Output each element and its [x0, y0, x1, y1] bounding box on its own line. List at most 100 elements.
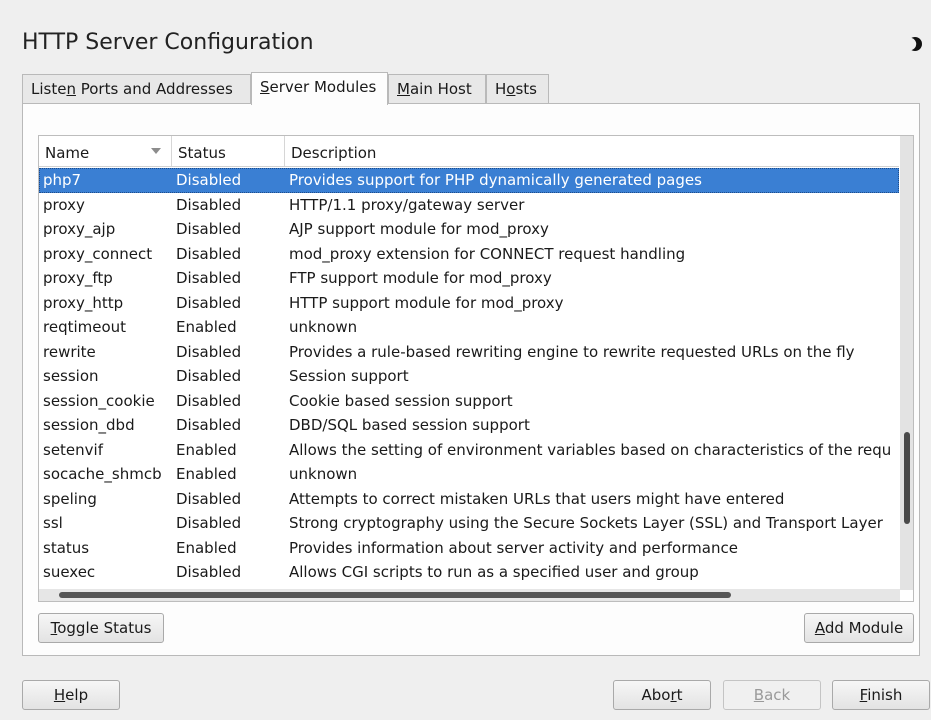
help-button[interactable]: Help: [22, 680, 120, 710]
tab-label: sts: [515, 80, 537, 98]
tab-listen-ports[interactable]: Listen Ports and Addresses: [22, 74, 251, 103]
module-status-cell: Disabled: [176, 293, 242, 312]
module-name-cell: php7: [43, 171, 82, 189]
tab-server-modules[interactable]: Server Modules: [251, 72, 388, 105]
module-status-cell: Disabled: [176, 244, 242, 263]
horizontal-scrollbar[interactable]: [39, 589, 900, 601]
module-name-cell: suexec: [43, 563, 96, 581]
module-status-cell: Disabled: [176, 489, 242, 508]
table-row[interactable]: socache_shmcb Enabled unknown: [39, 462, 899, 487]
module-status-cell: Enabled: [176, 465, 237, 483]
module-description-cell: Strong cryptography using the Secure Soc…: [289, 514, 883, 532]
module-description-cell: Allows CGI scripts to run as a specified…: [289, 563, 699, 581]
module-name-cell: status: [43, 538, 90, 557]
toggle-status-button[interactable]: Toggle Status: [38, 613, 164, 643]
tab-label: ain Host: [409, 80, 472, 98]
button-label: oggle Status: [57, 619, 152, 637]
column-header-label: Status: [178, 144, 226, 162]
module-name-cell: proxy_ajp: [43, 220, 116, 238]
table-row[interactable]: php7 Disabled Provides support for PHP dyn…: [39, 168, 899, 193]
module-description-cell: AJP support module for mod_proxy: [289, 220, 549, 238]
button-label: Abo: [641, 686, 671, 704]
module-name-cell: ssl: [43, 514, 63, 532]
module-status-cell: Enabled: [176, 538, 237, 557]
module-description-cell: Session support: [289, 367, 409, 385]
module-status-cell: Disabled: [176, 171, 242, 189]
table-row[interactable]: ssl Disabled Strong cryptography using the…: [39, 511, 899, 536]
module-status-cell: Enabled: [176, 318, 237, 336]
abort-button[interactable]: Abort: [613, 680, 711, 710]
button-mnemonic: H: [53, 686, 66, 704]
table-row[interactable]: reqtimeout Enabled unknown: [39, 315, 899, 340]
module-name-cell: reqtimeout: [43, 318, 127, 336]
module-status-cell: Disabled: [176, 367, 242, 385]
module-description-cell: unknown: [289, 465, 358, 483]
table-header: Name Status Description: [39, 136, 899, 167]
table-row[interactable]: session_dbd Disabled DBD/SQL based session…: [39, 413, 899, 438]
module-description-cell: HTTP/1.1 proxy/gateway server: [289, 195, 525, 214]
module-status-cell: Disabled: [176, 391, 242, 410]
finish-button[interactable]: Finish: [832, 680, 930, 710]
table-row[interactable]: setenvif Enabled Allows the setting of env…: [39, 438, 899, 463]
module-description-cell: unknown: [289, 318, 358, 336]
module-name-cell: proxy_ftp: [43, 269, 113, 287]
tab-label: erver Modules: [269, 78, 377, 96]
tab-main-host[interactable]: Main Host: [388, 74, 486, 103]
tab-label-mnemonic: M: [397, 80, 410, 98]
table-body: php7 Disabled Provides support for PHP dyn…: [39, 168, 899, 585]
column-header-name[interactable]: Name: [39, 136, 171, 166]
module-status-cell: Disabled: [176, 342, 242, 361]
module-description-cell: FTP support module for mod_proxy: [289, 269, 552, 287]
table-row[interactable]: rewrite Disabled Provides a rule-based rew…: [39, 340, 899, 365]
module-description-cell: Provides information about server activi…: [289, 538, 738, 557]
tab-label: H: [495, 80, 507, 98]
column-header-description[interactable]: Description: [284, 136, 899, 166]
table-row[interactable]: proxy_ajp Disabled AJP support module for …: [39, 217, 899, 242]
module-status-cell: Disabled: [176, 514, 242, 532]
vertical-scrollbar[interactable]: [900, 136, 913, 590]
button-label: inish: [867, 686, 903, 704]
sort-down-icon: [151, 148, 161, 154]
module-name-cell: setenvif: [43, 440, 103, 459]
table-row[interactable]: proxy_connect Disabled mod_proxy extension…: [39, 242, 899, 267]
tab-hosts[interactable]: Hosts: [486, 74, 549, 103]
table-row[interactable]: session_cookie Disabled Cookie based sessi…: [39, 389, 899, 414]
module-description-cell: Provides a rule-based rewriting engine t…: [289, 342, 855, 361]
module-name-cell: speling: [43, 489, 97, 508]
vertical-scrollbar-thumb[interactable]: [904, 432, 910, 524]
column-header-label: Description: [291, 144, 377, 162]
button-label: t: [676, 686, 683, 704]
server-modules-panel: Name Status Description php7 Disabled Prov…: [22, 103, 920, 656]
column-header-label: Name: [45, 144, 90, 162]
module-name-cell: proxy_http: [43, 293, 124, 312]
module-status-cell: Disabled: [176, 269, 242, 287]
back-button[interactable]: Back: [723, 680, 821, 710]
module-description-cell: DBD/SQL based session support: [289, 416, 530, 434]
table-row[interactable]: proxy_ftp Disabled FTP support module for …: [39, 266, 899, 291]
table-row[interactable]: speling Disabled Attempts to correct mista…: [39, 487, 899, 512]
module-name-cell: session_cookie: [43, 391, 155, 410]
module-name-cell: session_dbd: [43, 416, 135, 434]
horizontal-scrollbar-thumb[interactable]: [59, 592, 731, 598]
window-title: HTTP Server Configuration: [22, 30, 314, 55]
module-description-cell: HTTP support module for mod_proxy: [289, 293, 564, 312]
table-row[interactable]: suexec Disabled Allows CGI scripts to run …: [39, 560, 899, 585]
module-description-cell: Provides support for PHP dynamically gen…: [289, 171, 702, 189]
module-status-cell: Disabled: [176, 195, 242, 214]
module-status-cell: Disabled: [176, 563, 242, 581]
table-row[interactable]: proxy_http Disabled HTTP support module fo…: [39, 291, 899, 316]
half-moon-icon[interactable]: [905, 34, 925, 54]
table-row[interactable]: proxy Disabled HTTP/1.1 proxy/gateway serv…: [39, 193, 899, 218]
table-row[interactable]: status Enabled Provides information about …: [39, 536, 899, 561]
tab-label-mnemonic: S: [260, 78, 270, 96]
module-description-cell: Cookie based session support: [289, 391, 513, 410]
module-description-cell: mod_proxy extension for CONNECT request …: [289, 244, 686, 263]
button-label: elp: [65, 686, 89, 704]
module-description-cell: Allows the setting of environment variab…: [289, 440, 892, 459]
module-description-cell: Attempts to correct mistaken URLs that u…: [289, 489, 785, 508]
add-module-button[interactable]: Add Module: [804, 613, 914, 643]
button-label: ack: [764, 686, 791, 704]
module-name-cell: session: [43, 367, 99, 385]
column-header-status[interactable]: Status: [171, 136, 284, 166]
table-row[interactable]: session Disabled Session support: [39, 364, 899, 389]
